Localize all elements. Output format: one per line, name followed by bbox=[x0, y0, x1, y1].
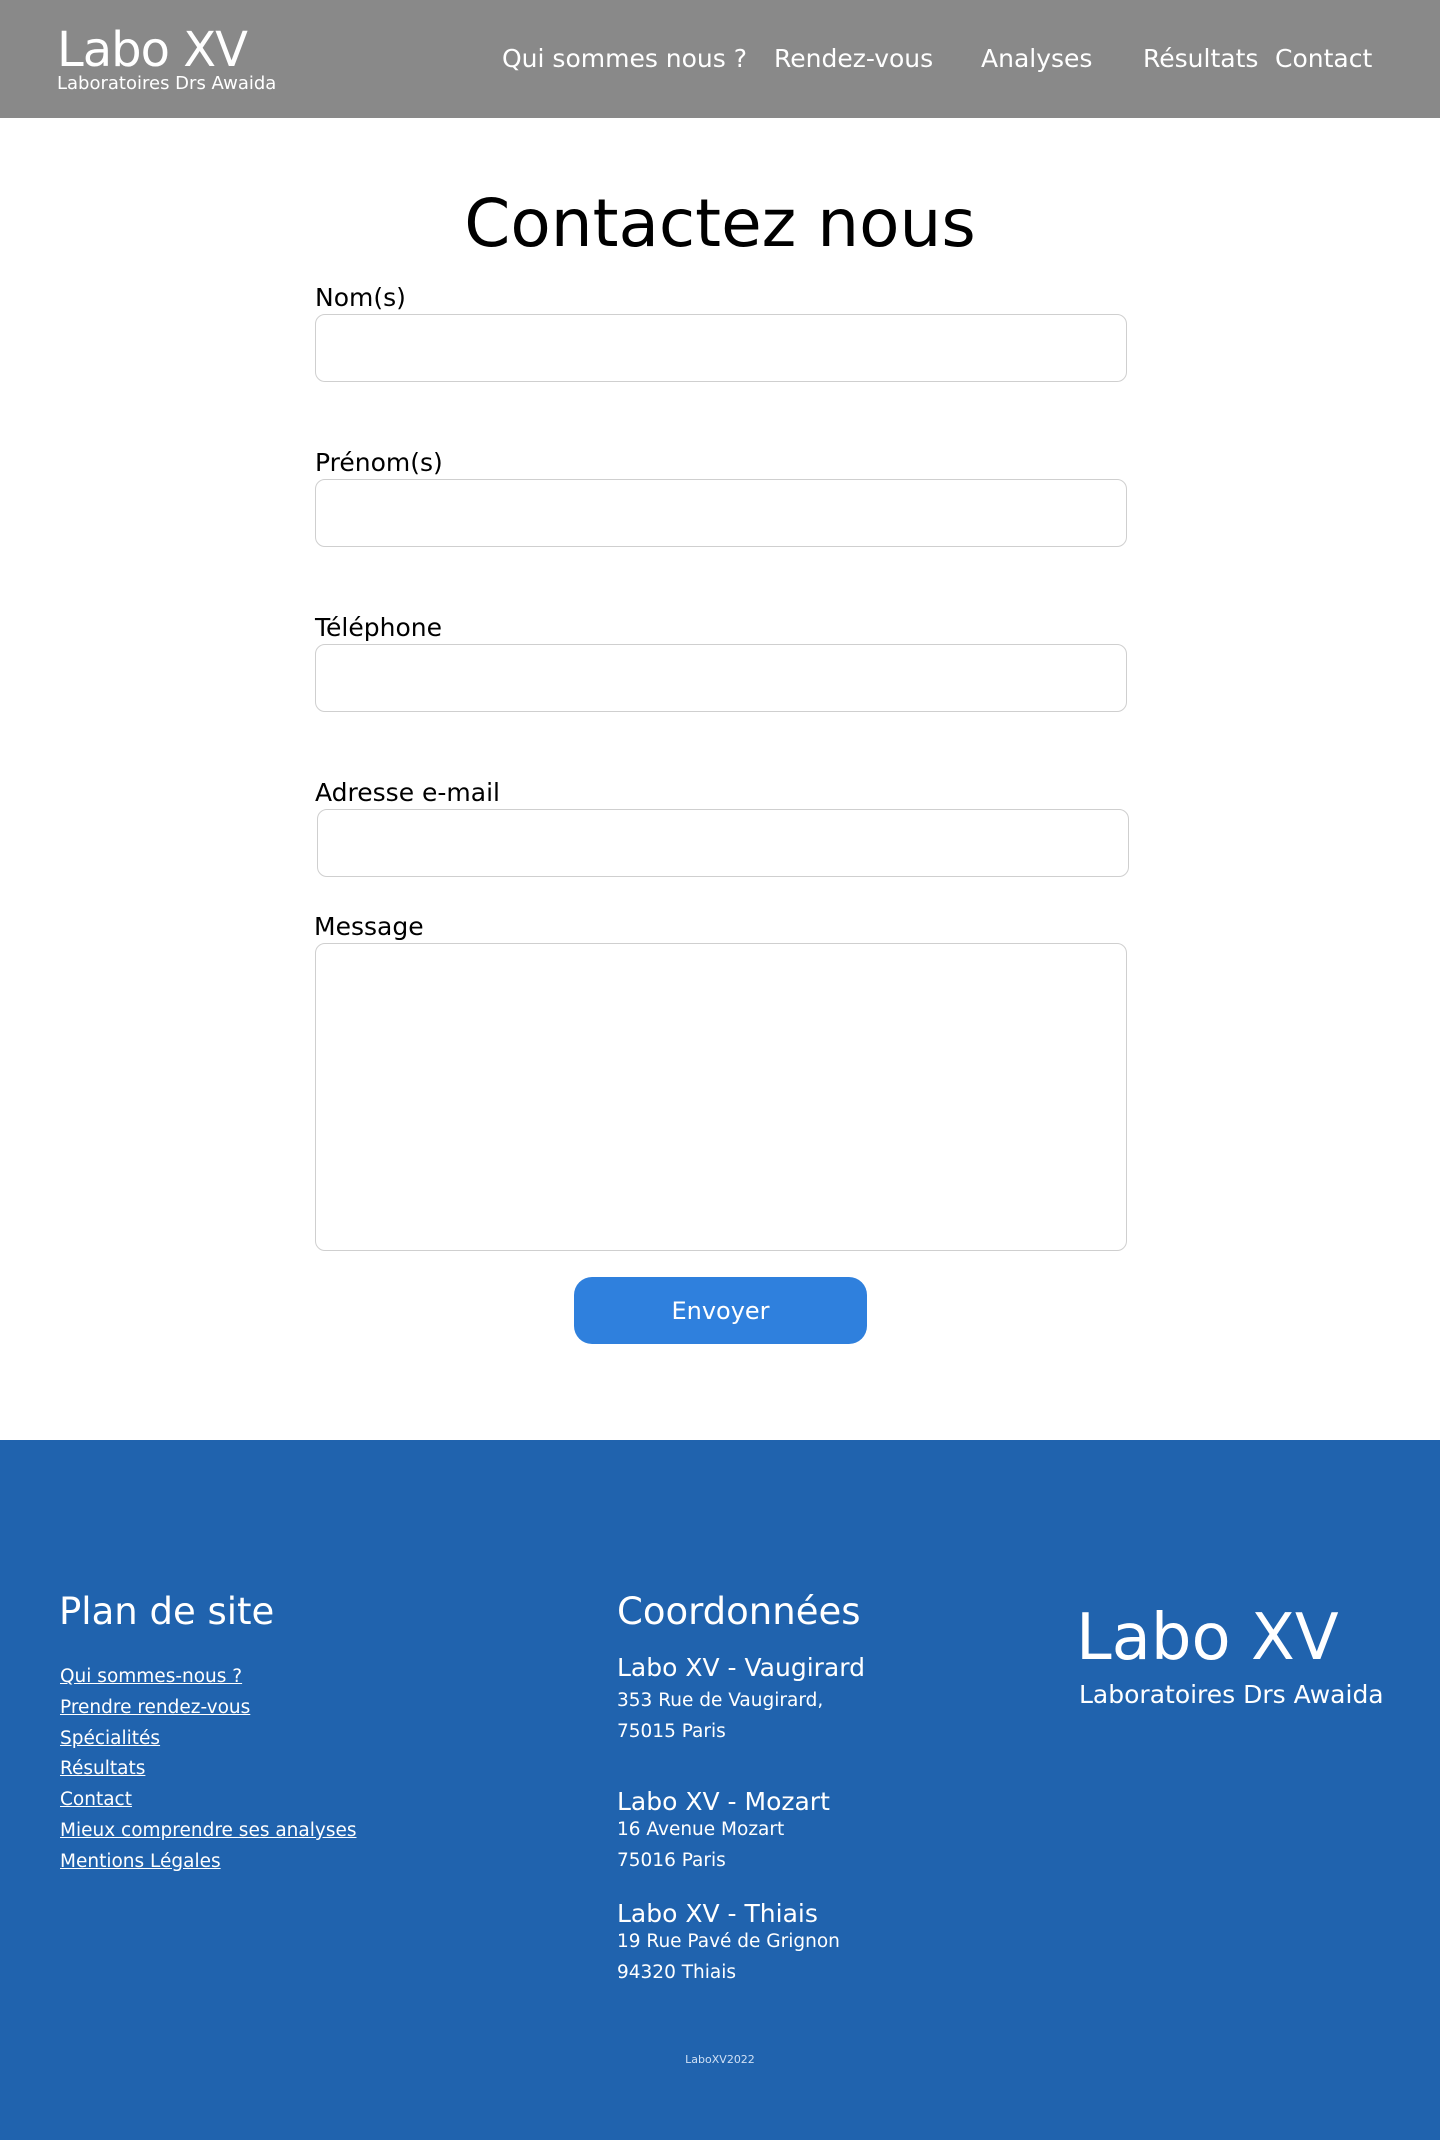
prenom-label: Prénom(s) bbox=[315, 448, 443, 477]
brand-logo[interactable]: Labo XV Laboratoires Drs Awaida bbox=[57, 24, 276, 94]
email-field[interactable] bbox=[317, 809, 1129, 877]
nav-item-resultats[interactable]: Résultats bbox=[1143, 44, 1258, 74]
site-name-mozart: Labo XV - Mozart bbox=[617, 1787, 830, 1816]
site-name-vaugirard: Labo XV - Vaugirard bbox=[617, 1653, 865, 1682]
telephone-field[interactable] bbox=[315, 644, 1127, 712]
nav-item-rendez-vous[interactable]: Rendez-vous bbox=[774, 44, 933, 74]
nav-item-qui-sommes-nous[interactable]: Qui sommes nous ? bbox=[502, 44, 747, 74]
footer-link-comprendre-analyses[interactable]: Mieux comprendre ses analyses bbox=[60, 1819, 357, 1843]
contact-title: Coordonnées bbox=[617, 1590, 861, 1633]
sitemap-title: Plan de site bbox=[59, 1590, 275, 1633]
site-address-vaugirard: 353 Rue de Vaugirard, bbox=[617, 1690, 824, 1711]
footer-brand-title: Labo XV bbox=[1076, 1601, 1339, 1675]
site-address-mozart: 16 Avenue Mozart bbox=[617, 1819, 785, 1840]
site-footer: Plan de site Qui sommes-nous ? Prendre r… bbox=[0, 1440, 1440, 2140]
email-label: Adresse e-mail bbox=[315, 778, 500, 807]
brand-subtitle: Laboratoires Drs Awaida bbox=[57, 73, 277, 94]
telephone-label: Téléphone bbox=[315, 613, 442, 642]
nom-field[interactable] bbox=[315, 314, 1127, 382]
nom-label: Nom(s) bbox=[315, 283, 406, 312]
nav-item-contact[interactable]: Contact bbox=[1275, 44, 1372, 74]
site-header: Labo XV Laboratoires Drs Awaida Qui somm… bbox=[0, 0, 1440, 118]
site-city-vaugirard: 75015 Paris bbox=[617, 1721, 726, 1742]
site-city-mozart: 75016 Paris bbox=[617, 1850, 726, 1871]
copyright: LaboXV2022 bbox=[685, 2053, 755, 2066]
footer-link-specialites[interactable]: Spécialités bbox=[60, 1727, 160, 1751]
site-city-thiais: 94320 Thiais bbox=[617, 1962, 737, 1983]
page-title: Contactez nous bbox=[464, 185, 976, 262]
message-field[interactable] bbox=[315, 943, 1127, 1251]
footer-link-mentions-legales[interactable]: Mentions Légales bbox=[60, 1850, 221, 1874]
footer-link-qui-sommes-nous[interactable]: Qui sommes-nous ? bbox=[60, 1665, 242, 1689]
nav-item-analyses[interactable]: Analyses bbox=[981, 44, 1092, 74]
footer-link-rendez-vous[interactable]: Prendre rendez-vous bbox=[60, 1696, 250, 1720]
site-name-thiais: Labo XV - Thiais bbox=[617, 1899, 818, 1928]
brand-title: Labo XV bbox=[57, 22, 248, 78]
site-address-thiais: 19 Rue Pavé de Grignon bbox=[617, 1931, 840, 1952]
footer-link-resultats[interactable]: Résultats bbox=[60, 1757, 145, 1781]
message-label: Message bbox=[314, 912, 424, 941]
footer-link-contact[interactable]: Contact bbox=[60, 1788, 132, 1812]
footer-brand-subtitle: Laboratoires Drs Awaida bbox=[1079, 1680, 1384, 1709]
submit-button[interactable]: Envoyer bbox=[574, 1277, 867, 1344]
prenom-field[interactable] bbox=[315, 479, 1127, 547]
